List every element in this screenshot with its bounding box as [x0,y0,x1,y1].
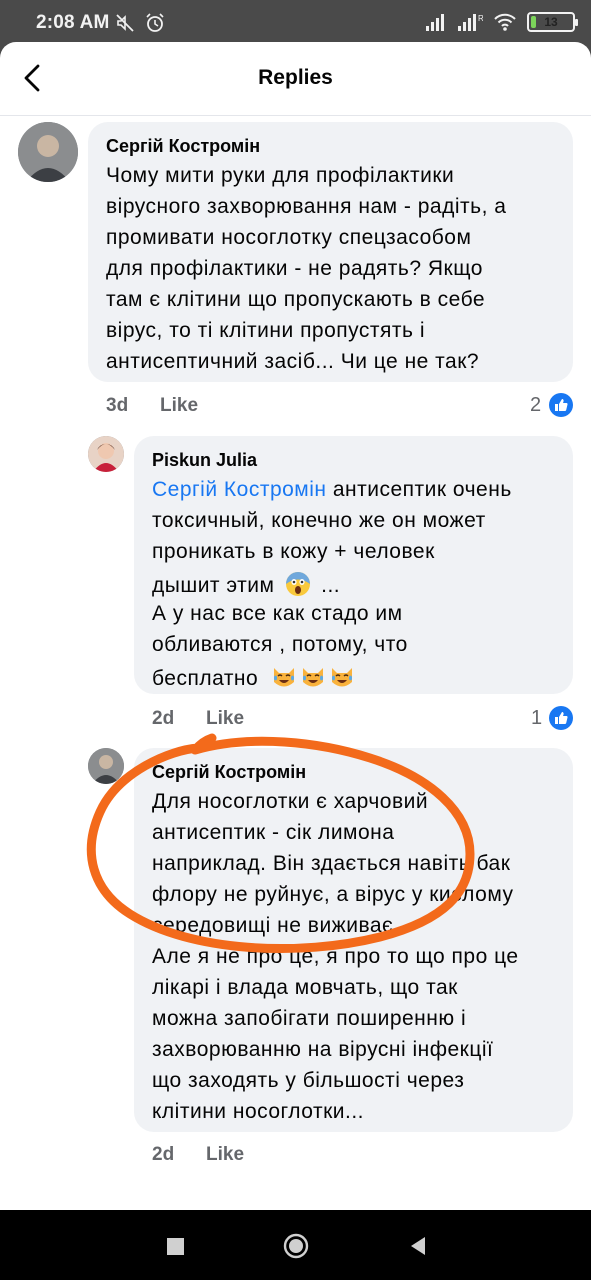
face-screaming-in-fear-emoji [285,572,310,596]
svg-text:R: R [478,14,483,23]
comment-text-line: Для носоглотки є харчовий [152,790,429,813]
comment-text-line: проникать в кожу + человек [152,540,435,563]
comment-time: 2d [152,708,175,729]
like-button[interactable]: Like [206,708,244,730]
comment-text-line: обливаются , потому, что [152,633,408,656]
battery-fill [531,16,536,28]
comment-text-segment: антисептик очень [326,478,512,501]
avatar[interactable] [18,122,78,182]
status-right-icons: R 13 [425,12,578,32]
comment-text-line: токсичный, конечно же он может [152,509,486,532]
home-circle-icon[interactable] [282,1232,310,1260]
crying-laughing-cat-emoji-group [271,667,355,690]
comment-text-line: промивати носоглотку спецзасобом [106,226,472,249]
comment-text-line: лікарі і влада мовчать, що так [152,976,458,999]
avatar-photo [18,122,78,182]
signal-r-icon: R [458,14,483,31]
comment-text-line: там є клітини що пропускають в себе [106,288,486,311]
comment-text-segment: бесплатно [152,667,259,690]
header: Replies [0,42,591,116]
like-reaction-icon[interactable] [549,706,573,730]
signal-icon [426,14,444,31]
back-triangle-icon[interactable] [404,1232,432,1260]
comment-text-segment: ... [321,574,341,597]
wifi-icon [494,13,516,31]
avatar[interactable] [88,748,124,784]
crying-laughing-cat-emoji [331,668,352,687]
comment-text-line: вірусного захворювання нам - радіть, а [106,195,507,218]
crying-laughing-cat-emoji [273,668,294,687]
reaction-count[interactable]: 1 [531,707,542,730]
comment-time: 3d [106,395,129,416]
comment-text-line: клітини носоглотки... [152,1100,364,1123]
comment-author[interactable]: Сергій Костромін [152,762,306,783]
battery-icon: 13 [527,12,578,32]
like-button[interactable]: Like [206,1144,244,1166]
status-time: 2:08 AM [36,12,110,33]
comment-text-line: захворюванню на вірусні інфекції [152,1038,494,1061]
comment-text-line: флору не руйнує, а вірус у кислому [152,883,514,906]
comment-text-line: середовищі не виживає. [152,914,400,937]
comment-text-line: Чому мити руки для профілактики [106,164,455,187]
mention-link[interactable]: Сергій Костромін [152,478,327,501]
comment-text-line: що заходять у більшості через [152,1069,465,1092]
like-button[interactable]: Like [160,395,198,417]
comment-text-line: Але я не про це, я про то що про це [152,945,519,968]
comment-text-line: можна запобігати поширенню і [152,1007,467,1030]
comment-text-line: для профілактики - не радять? Якщо [106,257,483,280]
comment-text-line: бесплатно [152,664,355,691]
comment-text-segment: дышит этим [152,574,275,597]
comment-text-line: антисептик - сік лимона [152,821,395,844]
comment-text-line: дышит этим ... [152,571,340,598]
battery-level: 13 [544,15,558,29]
system-nav-bar [0,1210,591,1280]
mute-icon [116,14,134,32]
avatar[interactable] [88,436,124,472]
alarm-icon [146,13,164,32]
like-reaction-icon[interactable] [549,393,573,417]
comment-bubble[interactable] [88,122,573,382]
replies-sheet: Replies Сергій Костромін Чому мити руки … [0,42,591,1210]
comment-text-line: антисептичний засіб... Чи це не так? [106,350,480,373]
comment-author[interactable]: Сергій Костромін [106,136,260,157]
recents-square-icon[interactable] [161,1232,189,1260]
comment-text-line: Сергій Костромін антисептик очень [152,478,512,502]
status-left-icons [114,12,166,34]
avatar-photo [88,436,124,472]
status-bar: 2:08 AM R 13 [0,0,591,44]
comment-time: 2d [152,1144,175,1165]
comment-text-line: вірус, то ті клітини пропустять і [106,319,425,342]
reaction-count[interactable]: 2 [530,394,541,417]
avatar-photo [88,748,124,784]
comment-text-line: А у нас все как стадо им [152,602,403,625]
page-title: Replies [258,66,333,89]
comment-author[interactable]: Piskun Julia [152,450,257,471]
comment-text-line: наприклад. Він здається навіть бак [152,852,511,875]
crying-laughing-cat-emoji [302,668,323,687]
